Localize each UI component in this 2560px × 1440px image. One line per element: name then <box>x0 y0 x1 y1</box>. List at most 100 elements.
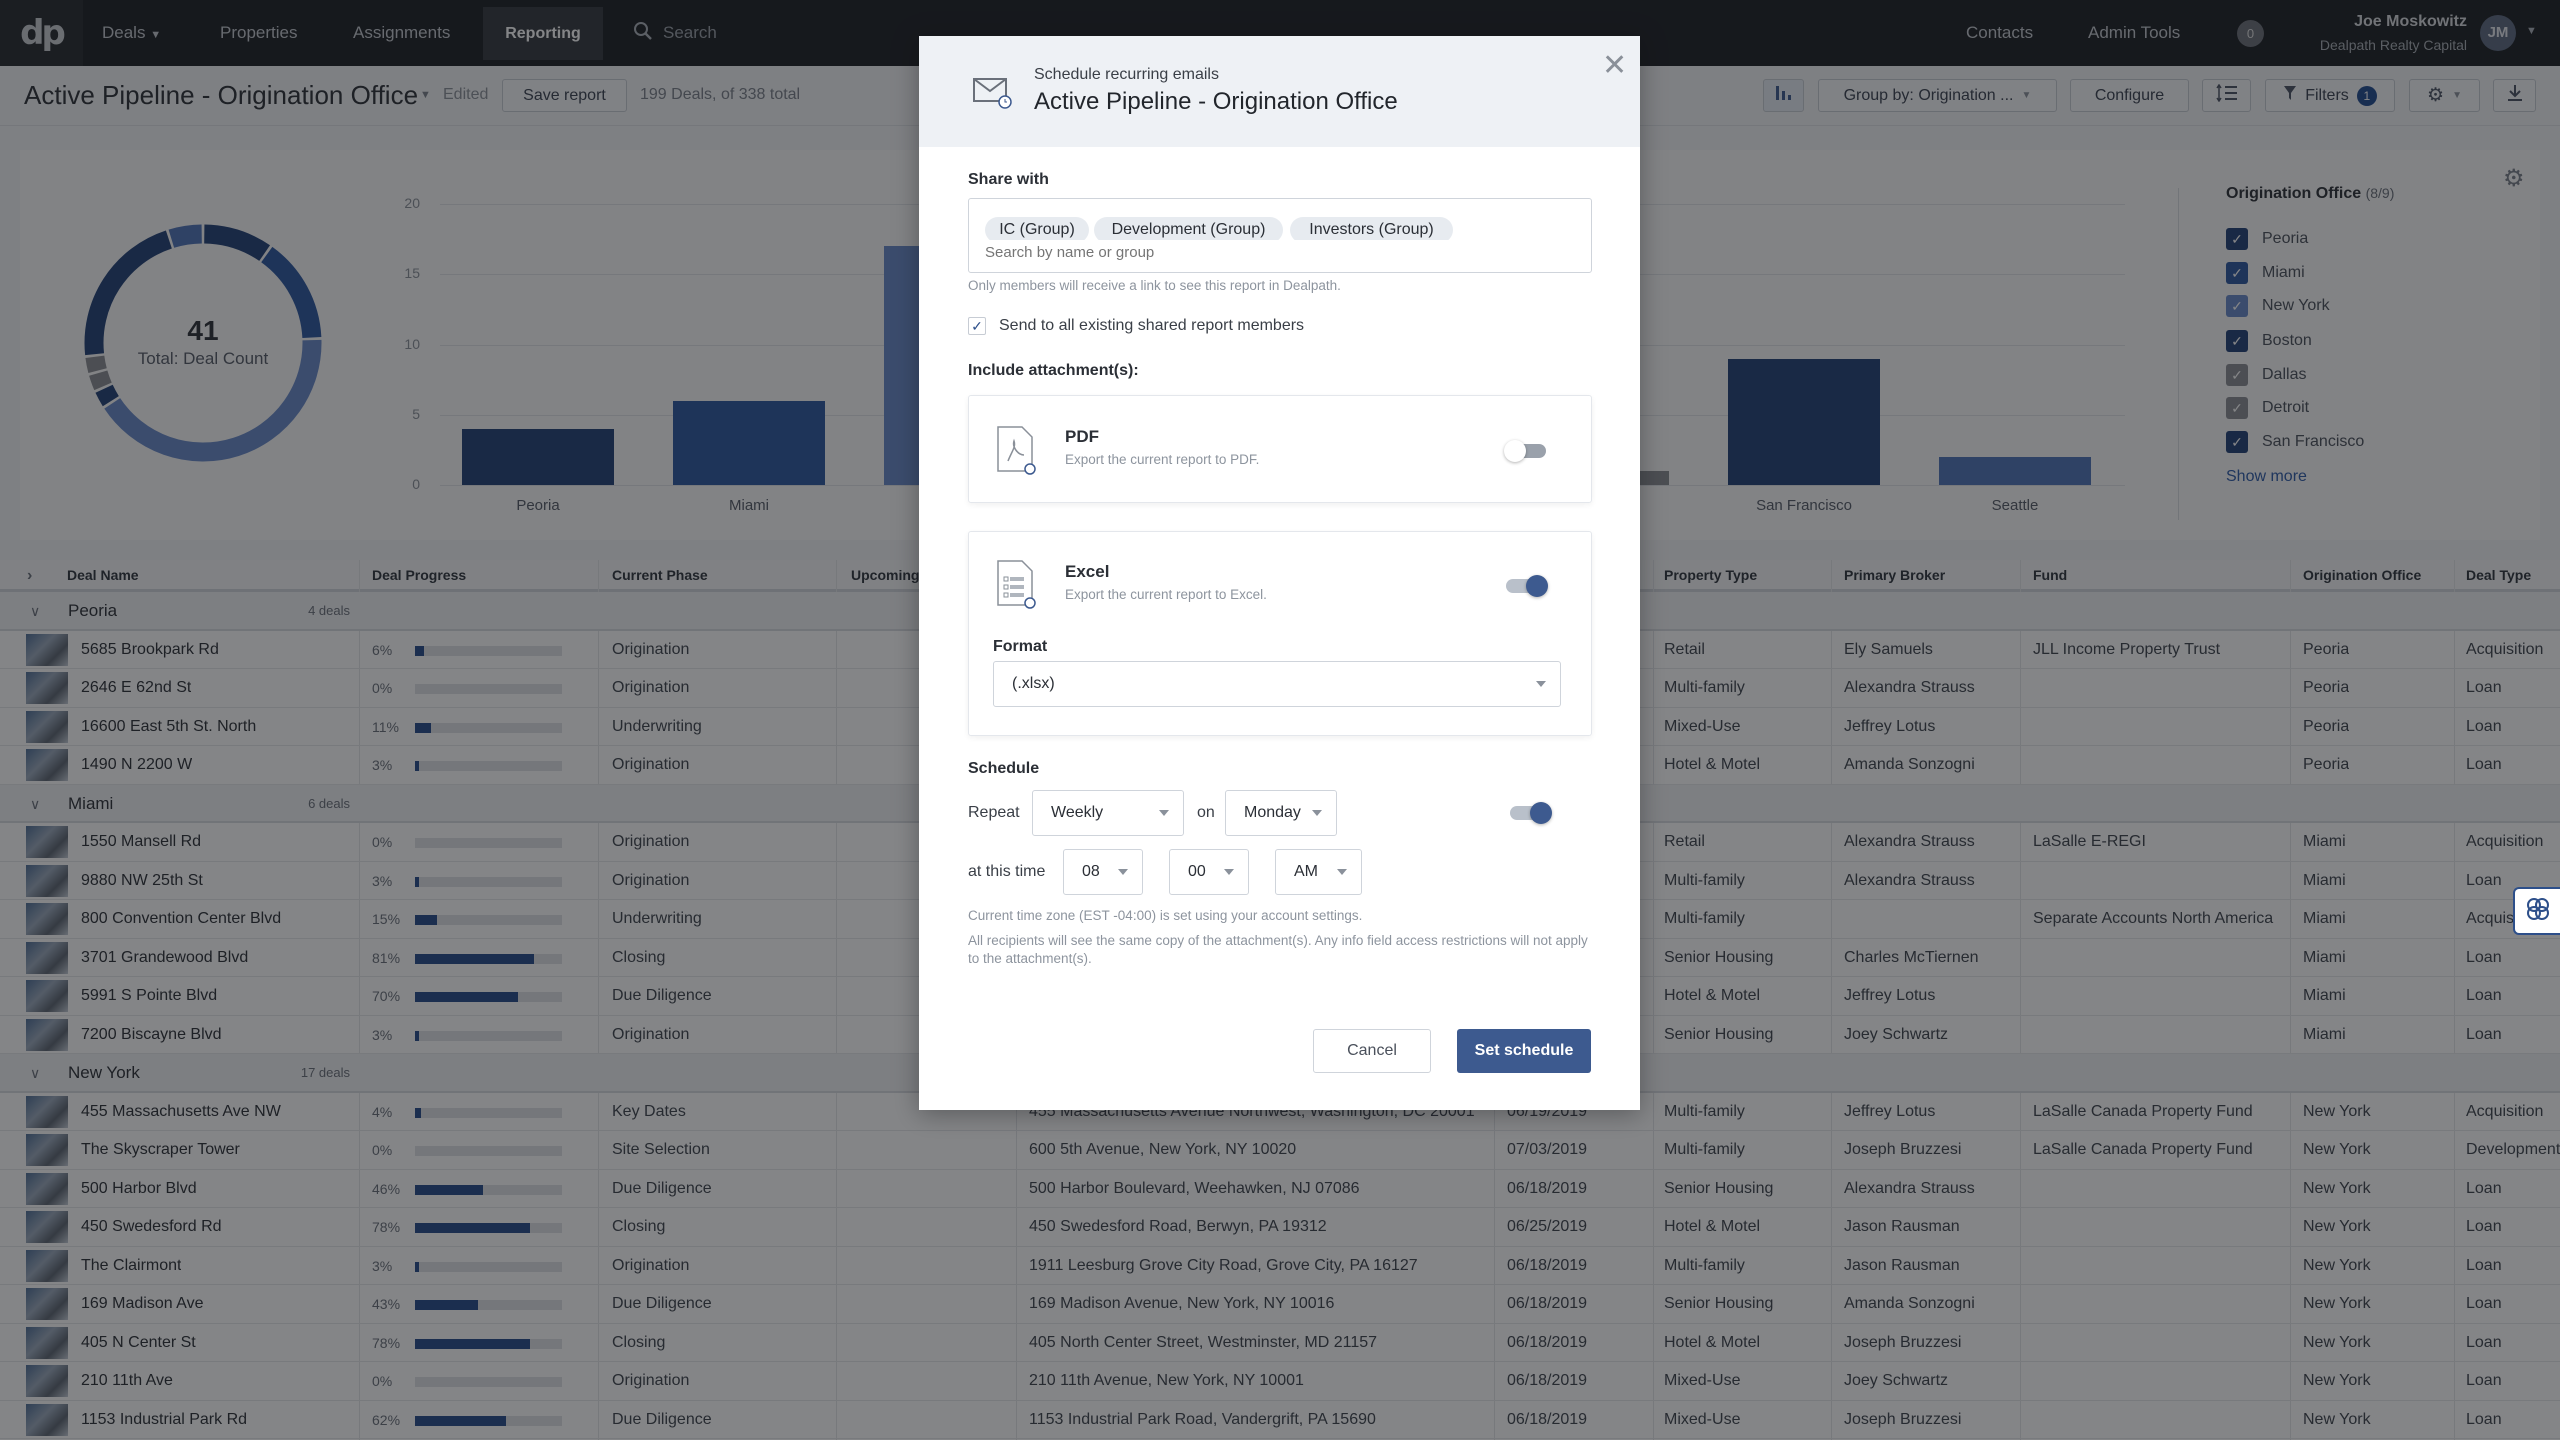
excel-toggle[interactable] <box>1506 575 1548 597</box>
deal-name[interactable]: 5685 Brookpark Rd <box>81 631 219 669</box>
legend-checkbox[interactable]: ✓ <box>2226 431 2248 453</box>
table-row[interactable]: 500 Harbor Blvd 46% Due Diligence 500 Harbo… <box>0 1170 2560 1208</box>
download-button[interactable] <box>2493 79 2536 112</box>
legend-item[interactable]: ✓ Miami <box>2226 261 2305 285</box>
collapse-chevron-icon[interactable]: ∨ <box>30 785 40 823</box>
deal-thumbnail[interactable] <box>26 826 68 858</box>
legend-item[interactable]: ✓ Detroit <box>2226 396 2309 420</box>
deal-name[interactable]: 169 Madison Ave <box>81 1285 203 1323</box>
ampm-select[interactable]: AM <box>1275 849 1362 895</box>
table-row[interactable]: The Skyscraper Tower 0% Site Selection 600 … <box>0 1131 2560 1170</box>
deal-name[interactable]: 2646 E 62nd St <box>81 669 191 707</box>
deal-thumbnail[interactable] <box>26 1403 68 1436</box>
schedule-toggle[interactable] <box>1510 802 1552 824</box>
deal-thumbnail[interactable] <box>26 1365 68 1397</box>
deal-name[interactable]: 455 Massachusetts Ave NW <box>81 1093 281 1131</box>
configure-button[interactable]: Configure <box>2070 79 2189 112</box>
legend-item[interactable]: ✓ Dallas <box>2226 363 2306 387</box>
deal-thumbnail[interactable] <box>26 941 68 974</box>
deal-name[interactable]: 1153 Industrial Park Rd <box>81 1401 247 1439</box>
format-select[interactable]: (.xlsx) <box>993 661 1561 707</box>
deal-name[interactable]: 16600 East 5th St. North <box>81 708 256 746</box>
help-widget-button[interactable] <box>2513 887 2560 935</box>
filters-button[interactable]: Filters 1 <box>2265 79 2395 112</box>
donut-slice-boston[interactable] <box>95 384 119 407</box>
deal-thumbnail[interactable] <box>26 1249 68 1282</box>
donut-slice-peoria[interactable] <box>203 224 271 262</box>
deal-thumbnail[interactable] <box>26 1211 68 1243</box>
notification-badge[interactable]: 0 <box>2237 20 2264 47</box>
deal-name[interactable]: 500 Harbor Blvd <box>81 1170 197 1208</box>
deal-name[interactable]: 210 11th Ave <box>81 1362 173 1400</box>
deal-thumbnail[interactable] <box>26 710 68 743</box>
column-header[interactable]: Current Phase <box>612 560 708 591</box>
deal-thumbnail[interactable] <box>26 980 68 1012</box>
bar-miami[interactable] <box>673 400 825 485</box>
deal-thumbnail[interactable] <box>26 1326 68 1359</box>
deal-name[interactable]: 3701 Grandewood Blvd <box>81 939 248 977</box>
column-header[interactable]: Deal Name <box>67 560 139 591</box>
legend-checkbox[interactable]: ✓ <box>2226 262 2248 284</box>
close-icon[interactable]: ✕ <box>1602 48 1627 83</box>
dealpath-logo[interactable]: dp <box>0 0 83 66</box>
deal-name[interactable]: 800 Convention Center Blvd <box>81 900 281 938</box>
donut-slice-detroit[interactable] <box>85 355 107 374</box>
legend-item[interactable]: ✓ Boston <box>2226 329 2312 353</box>
legend-checkbox[interactable]: ✓ <box>2226 397 2248 419</box>
legend-item[interactable]: ✓ San Francisco <box>2226 430 2364 454</box>
bar-seattle[interactable] <box>1939 456 2091 485</box>
expand-all-chevron-icon[interactable]: › <box>27 560 32 591</box>
global-search-input[interactable] <box>663 20 963 46</box>
nav-contacts[interactable]: Contacts <box>1966 0 2033 66</box>
column-header[interactable]: Deal Progress <box>372 560 466 591</box>
row-height-button[interactable] <box>2202 79 2251 112</box>
chart-settings-gear-icon[interactable]: ⚙ <box>2503 164 2525 193</box>
day-select[interactable]: Monday <box>1225 790 1337 836</box>
legend-checkbox[interactable]: ✓ <box>2226 228 2248 250</box>
pdf-toggle[interactable] <box>1504 440 1548 462</box>
deal-thumbnail[interactable] <box>26 1288 68 1320</box>
deal-name[interactable]: 405 N Center St <box>81 1324 196 1362</box>
deal-name[interactable]: 9880 NW 25th St <box>81 862 203 900</box>
collapse-chevron-icon[interactable]: ∨ <box>30 1054 40 1092</box>
deal-thumbnail[interactable] <box>26 864 68 897</box>
column-header[interactable]: Upcoming <box>851 560 919 591</box>
deal-name[interactable]: 1550 Mansell Rd <box>81 823 201 861</box>
donut-slice-seattle[interactable] <box>168 224 203 248</box>
deal-thumbnail[interactable] <box>26 1172 68 1205</box>
bar-san-francisco[interactable] <box>1728 358 1880 485</box>
column-header[interactable]: Fund <box>2033 560 2067 591</box>
repeat-select[interactable]: Weekly <box>1032 790 1184 836</box>
settings-dropdown[interactable]: ⚙ ▼ <box>2409 79 2480 112</box>
minute-select[interactable]: 00 <box>1169 849 1249 895</box>
deal-name[interactable]: 7200 Biscayne Blvd <box>81 1016 222 1054</box>
nav-properties[interactable]: Properties <box>220 0 297 66</box>
deal-thumbnail[interactable] <box>26 903 68 935</box>
save-report-button[interactable]: Save report <box>502 79 627 112</box>
table-row[interactable]: 405 N Center St 78% Closing 405 North Cente… <box>0 1324 2560 1362</box>
donut-slice-dallas[interactable] <box>89 370 112 391</box>
chart-toggle-button[interactable] <box>1763 79 1804 112</box>
table-row[interactable]: The Clairmont 3% Origination 1911 Leesburg … <box>0 1247 2560 1285</box>
nav-reporting[interactable]: Reporting <box>483 7 603 60</box>
table-row[interactable]: 1153 Industrial Park Rd 62% Due Diligence 1… <box>0 1401 2560 1439</box>
deal-thumbnail[interactable] <box>26 672 68 704</box>
set-schedule-button[interactable]: Set schedule <box>1457 1029 1591 1073</box>
collapse-chevron-icon[interactable]: ∨ <box>30 592 40 630</box>
deal-name[interactable]: 450 Swedesford Rd <box>81 1208 222 1246</box>
legend-checkbox[interactable]: ✓ <box>2226 364 2248 386</box>
deal-thumbnail[interactable] <box>26 749 68 781</box>
table-row[interactable]: 450 Swedesford Rd 78% Closing 450 Swedesfor… <box>0 1208 2560 1247</box>
table-row[interactable]: 169 Madison Ave 43% Due Diligence 169 Madis… <box>0 1285 2560 1324</box>
table-row[interactable]: 210 11th Ave 0% Origination 210 11th Avenue… <box>0 1362 2560 1401</box>
legend-checkbox[interactable]: ✓ <box>2226 295 2248 317</box>
bar-peoria[interactable] <box>462 428 614 485</box>
deal-name[interactable]: 5991 S Pointe Blvd <box>81 977 217 1015</box>
column-header[interactable]: Deal Type <box>2466 560 2531 591</box>
group-by-dropdown[interactable]: Group by: Origination ... ▼ <box>1818 79 2057 112</box>
show-more-link[interactable]: Show more <box>2226 468 2307 486</box>
hour-select[interactable]: 08 <box>1063 849 1143 895</box>
legend-item[interactable]: ✓ Peoria <box>2226 227 2308 251</box>
nav-assignments[interactable]: Assignments <box>353 0 450 66</box>
cancel-button[interactable]: Cancel <box>1313 1029 1431 1073</box>
